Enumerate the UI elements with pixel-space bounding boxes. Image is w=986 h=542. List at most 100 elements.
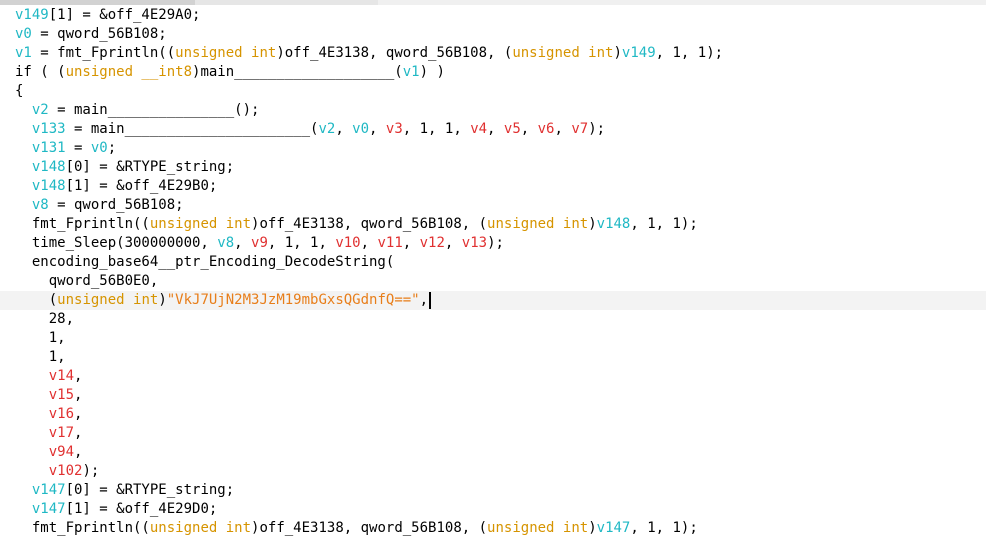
var-token[interactable]: v133 <box>32 121 66 137</box>
var-token[interactable]: v94 <box>49 444 74 460</box>
code-text: , <box>444 235 462 251</box>
code-line: 1, <box>0 348 986 367</box>
code-line: v148[0] = &RTYPE_string; <box>0 158 986 177</box>
tab-active[interactable] <box>378 0 986 5</box>
code-text: [1] = &off_4E29A0; <box>48 7 201 23</box>
string-literal[interactable]: "VkJ7UjN2M3JzM19mbGxsQGdnfQ==" <box>167 292 420 308</box>
code-line: v147[0] = &RTYPE_string; <box>0 481 986 500</box>
var-token[interactable]: v6 <box>538 121 555 137</box>
code-text: , <box>74 368 83 384</box>
code-text: [0] = &RTYPE_string; <box>65 482 235 498</box>
var-token[interactable]: v147 <box>32 501 66 517</box>
var-token[interactable]: v147 <box>32 482 66 498</box>
var-token[interactable]: v9 <box>251 235 268 251</box>
var-token[interactable]: v0 <box>352 121 369 137</box>
code-text: , 1, 1, <box>267 235 336 251</box>
code-line: v8 = qword_56B108; <box>0 196 986 215</box>
var-token[interactable]: v17 <box>49 425 74 441</box>
code-text: ) <box>613 45 622 61</box>
code-line: v2 = main_______________(); <box>0 101 986 120</box>
code-line: v15, <box>0 386 986 405</box>
var-token[interactable]: v1 <box>15 45 32 61</box>
type-token: unsigned int <box>149 216 252 232</box>
var-token[interactable]: v3 <box>386 121 403 137</box>
tab-bar <box>0 0 986 5</box>
code-text: , <box>74 425 83 441</box>
code-text: , <box>74 387 83 403</box>
code-text: ) <box>588 216 597 232</box>
var-token[interactable]: v148 <box>32 178 66 194</box>
code-text: , <box>487 121 504 137</box>
var-token[interactable]: v5 <box>504 121 521 137</box>
code-text: fmt_Fprintln(( <box>31 216 150 232</box>
var-token[interactable]: v2 <box>318 121 335 137</box>
code-text: ); <box>588 121 606 137</box>
code-text: , <box>520 121 538 137</box>
var-token[interactable]: v8 <box>217 235 234 251</box>
code-line: encoding_base64__ptr_Encoding_DecodeStri… <box>0 253 986 272</box>
code-line: v148[1] = &off_4E29B0; <box>0 177 986 196</box>
type-token: unsigned int <box>149 520 252 536</box>
code-text: , 1, 1); <box>655 45 724 61</box>
type-token: unsigned int <box>487 216 589 232</box>
code-text: )off_4E3138, qword_56B108, ( <box>276 45 513 61</box>
var-token[interactable]: v2 <box>32 102 49 118</box>
var-token[interactable]: v1 <box>403 64 420 80</box>
code-text: )off_4E3138, qword_56B108, ( <box>251 216 488 232</box>
var-token[interactable]: v149 <box>15 7 49 23</box>
tab-inactive[interactable] <box>0 0 195 5</box>
code-text: = main______________________( <box>65 121 319 137</box>
var-token[interactable]: v14 <box>49 368 74 384</box>
var-token[interactable]: v15 <box>49 387 74 403</box>
pseudocode-view[interactable]: v149[1] = &off_4E29A0; v0 = qword_56B108… <box>0 6 986 538</box>
var-token[interactable]: v16 <box>49 406 74 422</box>
code-text: ; <box>107 140 117 156</box>
var-token[interactable]: v147 <box>597 520 631 536</box>
code-line: v1 = fmt_Fprintln((unsigned int)off_4E31… <box>0 44 986 63</box>
code-line: if ( (unsigned __int8)main______________… <box>0 63 986 82</box>
code-text: , <box>369 121 386 137</box>
code-text: , <box>419 292 429 308</box>
code-text: qword_56B0E0, <box>48 273 159 289</box>
var-token[interactable]: v131 <box>32 140 66 156</box>
text-cursor <box>429 291 431 309</box>
var-token[interactable]: v13 <box>462 235 487 251</box>
var-token[interactable]: v12 <box>420 235 445 251</box>
code-text: , 1, 1); <box>630 216 698 232</box>
code-text: , <box>402 235 420 251</box>
code-text: ); <box>82 463 100 479</box>
var-token[interactable]: v149 <box>622 45 656 61</box>
type-token: unsigned int <box>175 45 277 61</box>
code-line: v133 = main______________________(v2, v0… <box>0 120 986 139</box>
var-token[interactable]: v7 <box>571 121 588 137</box>
code-line: v149[1] = &off_4E29A0; <box>0 6 986 25</box>
type-token: unsigned int <box>57 292 159 308</box>
var-token[interactable]: v148 <box>597 216 631 232</box>
code-text: , <box>74 406 83 422</box>
code-text: 1, <box>48 349 66 365</box>
var-token[interactable]: v4 <box>470 121 487 137</box>
code-text: [0] = &RTYPE_string; <box>65 159 235 175</box>
code-text: )off_4E3138, qword_56B108, ( <box>251 520 488 536</box>
code-line: 1, <box>0 329 986 348</box>
code-text: encoding_base64__ptr_Encoding_DecodeStri… <box>31 254 395 270</box>
code-text: ); <box>487 235 504 251</box>
code-text: [1] = &off_4E29D0; <box>65 501 218 517</box>
code-text: , 1, 1); <box>630 520 698 536</box>
code-text: , 1, 1, <box>402 121 471 137</box>
var-token[interactable]: v10 <box>335 235 360 251</box>
code-text: ) ) <box>419 64 445 80</box>
code-text: time_Sleep(300000000, <box>31 235 218 251</box>
code-text: 1, <box>48 330 66 346</box>
code-text: , <box>234 235 252 251</box>
var-token[interactable]: v148 <box>32 159 66 175</box>
code-text: if ( ( <box>15 64 66 80</box>
code-line: fmt_Fprintln((unsigned int)off_4E3138, q… <box>0 215 986 234</box>
code-line: 28, <box>0 310 986 329</box>
var-token[interactable]: v102 <box>49 463 83 479</box>
var-token[interactable]: v0 <box>91 140 108 156</box>
var-token[interactable]: v0 <box>15 26 32 42</box>
var-token[interactable]: v8 <box>32 197 49 213</box>
code-text: , <box>74 444 83 460</box>
var-token[interactable]: v11 <box>377 235 402 251</box>
